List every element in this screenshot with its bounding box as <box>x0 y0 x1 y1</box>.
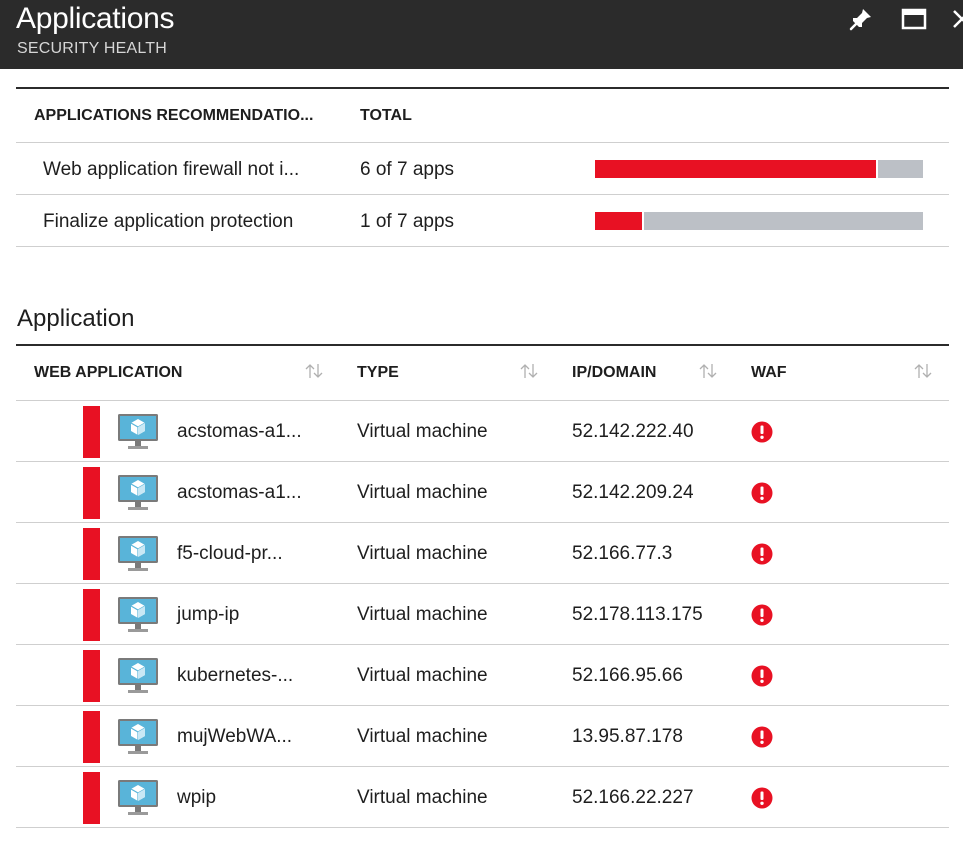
error-icon <box>751 543 773 565</box>
page-subtitle: SECURITY HEALTH <box>17 40 167 57</box>
table-row[interactable]: acstomas-a1... Virtual machine 52.142.22… <box>16 401 949 462</box>
affected-apps-bar-fill <box>595 160 879 178</box>
recommendation-name: Finalize application protection <box>43 211 294 232</box>
application-name: acstomas-a1... <box>177 421 302 442</box>
recommendations-header-row: APPLICATIONS RECOMMENDATIO... TOTAL <box>16 89 949 143</box>
application-ip: 52.178.113.175 <box>572 604 703 625</box>
affected-apps-bar <box>595 160 923 178</box>
virtual-machine-icon <box>118 780 158 815</box>
table-row[interactable]: f5-cloud-pr... Virtual machine 52.166.77… <box>16 523 949 584</box>
error-icon <box>751 604 773 626</box>
column-header-waf[interactable]: WAF <box>751 364 787 382</box>
column-header-recommendation[interactable]: APPLICATIONS RECOMMENDATIO... <box>34 107 313 125</box>
section-title-application: Application <box>17 305 135 332</box>
application-ip: 52.166.22.227 <box>572 787 694 808</box>
sort-icon[interactable] <box>913 362 933 380</box>
virtual-machine-icon <box>118 475 158 510</box>
page-title: Applications <box>16 2 175 35</box>
recommendation-total: 6 of 7 apps <box>360 159 455 180</box>
recommendation-row[interactable]: Finalize application protection 1 of 7 a… <box>16 195 949 247</box>
severity-indicator <box>83 528 100 580</box>
error-icon <box>751 482 773 504</box>
table-row[interactable]: jump-ip Virtual machine 52.178.113.175 <box>16 584 949 645</box>
application-name: f5-cloud-pr... <box>177 543 283 564</box>
application-type: Virtual machine <box>357 482 488 503</box>
recommendations-table: APPLICATIONS RECOMMENDATIO... TOTAL Web … <box>16 87 949 247</box>
severity-indicator <box>83 406 100 458</box>
recommendation-total: 1 of 7 apps <box>360 211 455 232</box>
virtual-machine-icon <box>118 719 158 754</box>
severity-indicator <box>83 650 100 702</box>
table-row[interactable]: acstomas-a1... Virtual machine 52.142.20… <box>16 462 949 523</box>
application-name: wpip <box>177 787 217 808</box>
applications-header-row: WEB APPLICATION TYPE IP/DOMAIN WAF <box>16 346 949 401</box>
application-type: Virtual machine <box>357 787 488 808</box>
pin-icon[interactable] <box>848 6 874 32</box>
severity-indicator <box>83 589 100 641</box>
table-row[interactable]: kubernetes-... Virtual machine 52.166.95… <box>16 645 949 706</box>
application-ip: 52.166.95.66 <box>572 665 683 686</box>
application-type: Virtual machine <box>357 665 488 686</box>
application-type: Virtual machine <box>357 604 488 625</box>
application-name: jump-ip <box>177 604 240 625</box>
error-icon <box>751 421 773 443</box>
application-type: Virtual machine <box>357 421 488 442</box>
table-row[interactable]: mujWebWA... Virtual machine 13.95.87.178 <box>16 706 949 767</box>
column-header-ip-domain[interactable]: IP/DOMAIN <box>572 364 656 382</box>
sort-icon[interactable] <box>698 362 718 380</box>
application-name: mujWebWA... <box>177 726 293 747</box>
application-ip: 52.166.77.3 <box>572 543 673 564</box>
application-name: kubernetes-... <box>177 665 294 686</box>
application-type: Virtual machine <box>357 543 488 564</box>
table-row[interactable]: wpip Virtual machine 52.166.22.227 <box>16 767 949 828</box>
severity-indicator <box>83 711 100 763</box>
virtual-machine-icon <box>118 536 158 571</box>
recommendation-row[interactable]: Web application firewall not i... 6 of 7… <box>16 143 949 195</box>
sort-icon[interactable] <box>304 362 324 380</box>
affected-apps-bar <box>595 212 923 230</box>
virtual-machine-icon <box>118 658 158 693</box>
column-header-type[interactable]: TYPE <box>357 364 399 382</box>
application-type: Virtual machine <box>357 726 488 747</box>
close-icon[interactable] <box>950 6 963 32</box>
virtual-machine-icon <box>118 414 158 449</box>
maximize-icon[interactable] <box>901 6 927 32</box>
severity-indicator <box>83 772 100 824</box>
affected-apps-bar-fill <box>595 212 644 230</box>
column-header-web-application[interactable]: WEB APPLICATION <box>34 364 182 382</box>
application-ip: 52.142.222.40 <box>572 421 694 442</box>
application-name: acstomas-a1... <box>177 482 302 503</box>
error-icon <box>751 665 773 687</box>
application-ip: 52.142.209.24 <box>572 482 694 503</box>
error-icon <box>751 787 773 809</box>
blade-header: Applications SECURITY HEALTH <box>0 0 963 69</box>
virtual-machine-icon <box>118 597 158 632</box>
recommendation-name: Web application firewall not i... <box>43 159 300 180</box>
error-icon <box>751 726 773 748</box>
sort-icon[interactable] <box>519 362 539 380</box>
application-ip: 13.95.87.178 <box>572 726 683 747</box>
severity-indicator <box>83 467 100 519</box>
applications-table: WEB APPLICATION TYPE IP/DOMAIN WAF acsto… <box>16 344 949 828</box>
column-header-total[interactable]: TOTAL <box>360 107 412 125</box>
